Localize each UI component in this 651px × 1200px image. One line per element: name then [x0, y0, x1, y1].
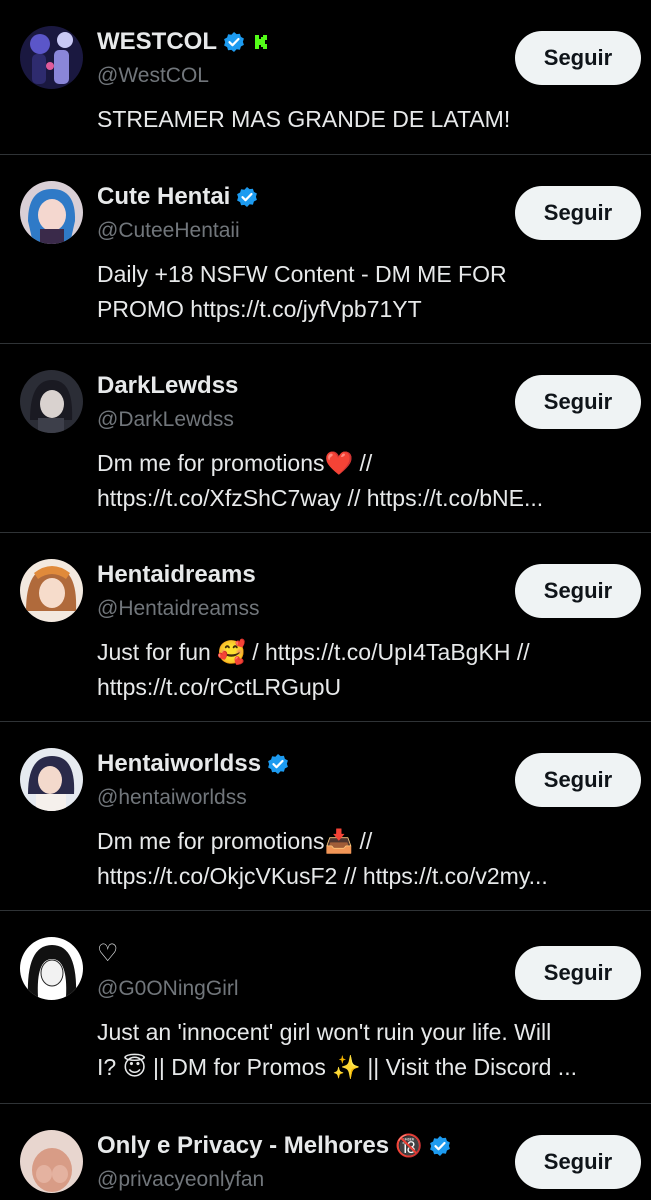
- name-line: DarkLewdss: [97, 372, 238, 400]
- bio-line[interactable]: https://t.co/XfzShC7way // https://t.co/…: [97, 481, 637, 516]
- avatar[interactable]: [20, 181, 83, 244]
- bio-line: Dm me for promotions📥 //: [97, 828, 373, 854]
- avatar[interactable]: [20, 559, 83, 622]
- avatar[interactable]: [20, 937, 83, 1000]
- bio: Dm me for promotions📥 // https://t.co/Ok…: [97, 824, 637, 894]
- name-line: Only e Privacy - Melhores 🔞: [97, 1132, 451, 1160]
- handle[interactable]: @privacyeonlyfan: [97, 1168, 264, 1192]
- bio-line: Daily +18 NSFW Content - DM ME FOR: [97, 261, 507, 287]
- bio: Just an 'innocent' girl won't ruin your …: [97, 1015, 637, 1085]
- verified-icon: [236, 186, 258, 208]
- name-line: Cute Hentai: [97, 183, 258, 211]
- user-cell[interactable]: Hentaidreams @Hentaidreamss Just for fun…: [0, 533, 651, 722]
- bio: Dm me for promotions❤️ // https://t.co/X…: [97, 446, 637, 516]
- follow-button[interactable]: Seguir: [515, 375, 641, 429]
- name-line: ♡: [97, 939, 119, 967]
- display-name[interactable]: Only e Privacy - Melhores: [97, 1132, 389, 1160]
- avatar[interactable]: [20, 1130, 83, 1193]
- avatar[interactable]: [20, 26, 83, 89]
- name-line: Hentaidreams: [97, 561, 256, 589]
- bio-line: STREAMER MAS GRANDE DE LATAM!: [97, 106, 511, 132]
- handle[interactable]: @DarkLewdss: [97, 408, 234, 432]
- display-name[interactable]: ♡: [97, 939, 119, 968]
- handle[interactable]: @hentaiworldss: [97, 786, 247, 810]
- 18-plus-emoji: 🔞: [395, 1133, 423, 1158]
- follow-button[interactable]: Seguir: [515, 1135, 641, 1189]
- bio-line: Just an 'innocent' girl won't ruin your …: [97, 1019, 552, 1045]
- bio-line: Dm me for promotions❤️ //: [97, 450, 373, 476]
- follow-suggestions-list: WESTCOL @WestCOL STREAMER MAS GRANDE DE …: [0, 0, 651, 1200]
- handle[interactable]: @Hentaidreamss: [97, 597, 260, 621]
- display-name[interactable]: Hentaiworldss: [97, 750, 261, 778]
- avatar[interactable]: [20, 748, 83, 811]
- user-cell[interactable]: ♡ @G0ONingGirl Just an 'innocent' girl w…: [0, 911, 651, 1104]
- follow-button[interactable]: Seguir: [515, 564, 641, 618]
- bio-line: I? 😇 || DM for Promos ✨ || Visit the Dis…: [97, 1054, 577, 1080]
- bio-line[interactable]: PROMO https://t.co/jyfVpb71YT: [97, 292, 637, 327]
- display-name[interactable]: Cute Hentai: [97, 183, 230, 211]
- handle[interactable]: @G0ONingGirl: [97, 977, 239, 1001]
- follow-button[interactable]: Seguir: [515, 753, 641, 807]
- user-cell[interactable]: WESTCOL @WestCOL STREAMER MAS GRANDE DE …: [0, 0, 651, 155]
- verified-icon: [267, 753, 289, 775]
- bio: STREAMER MAS GRANDE DE LATAM!: [97, 102, 637, 137]
- user-cell[interactable]: DarkLewdss @DarkLewdss Dm me for promoti…: [0, 344, 651, 533]
- handle[interactable]: @CuteeHentaii: [97, 219, 240, 243]
- verified-icon: [429, 1135, 451, 1157]
- user-cell[interactable]: Only e Privacy - Melhores 🔞 @privacyeonl…: [0, 1104, 651, 1200]
- handle[interactable]: @WestCOL: [97, 64, 209, 88]
- name-line: Hentaiworldss: [97, 750, 289, 778]
- bio-line[interactable]: https://t.co/OkjcVKusF2 // https://t.co/…: [97, 859, 637, 894]
- display-name[interactable]: Hentaidreams: [97, 561, 256, 589]
- display-name[interactable]: WESTCOL: [97, 28, 217, 56]
- bio: Just for fun 🥰 / https://t.co/UpI4TaBgKH…: [97, 635, 637, 705]
- follow-button[interactable]: Seguir: [515, 946, 641, 1000]
- bio-line: Just for fun 🥰 / https://t.co/UpI4TaBgKH…: [97, 639, 530, 665]
- bio: Daily +18 NSFW Content - DM ME FOR PROMO…: [97, 257, 637, 327]
- user-cell[interactable]: Hentaiworldss @hentaiworldss Dm me for p…: [0, 722, 651, 911]
- name-line: WESTCOL: [97, 28, 269, 56]
- user-cell[interactable]: Cute Hentai @CuteeHentaii Daily +18 NSFW…: [0, 155, 651, 344]
- follow-button[interactable]: Seguir: [515, 31, 641, 85]
- avatar[interactable]: [20, 370, 83, 433]
- bio-line[interactable]: https://t.co/rCctLRGupU: [97, 670, 637, 705]
- kick-icon: [253, 34, 269, 50]
- display-name[interactable]: DarkLewdss: [97, 372, 238, 400]
- follow-button[interactable]: Seguir: [515, 186, 641, 240]
- verified-icon: [223, 31, 245, 53]
